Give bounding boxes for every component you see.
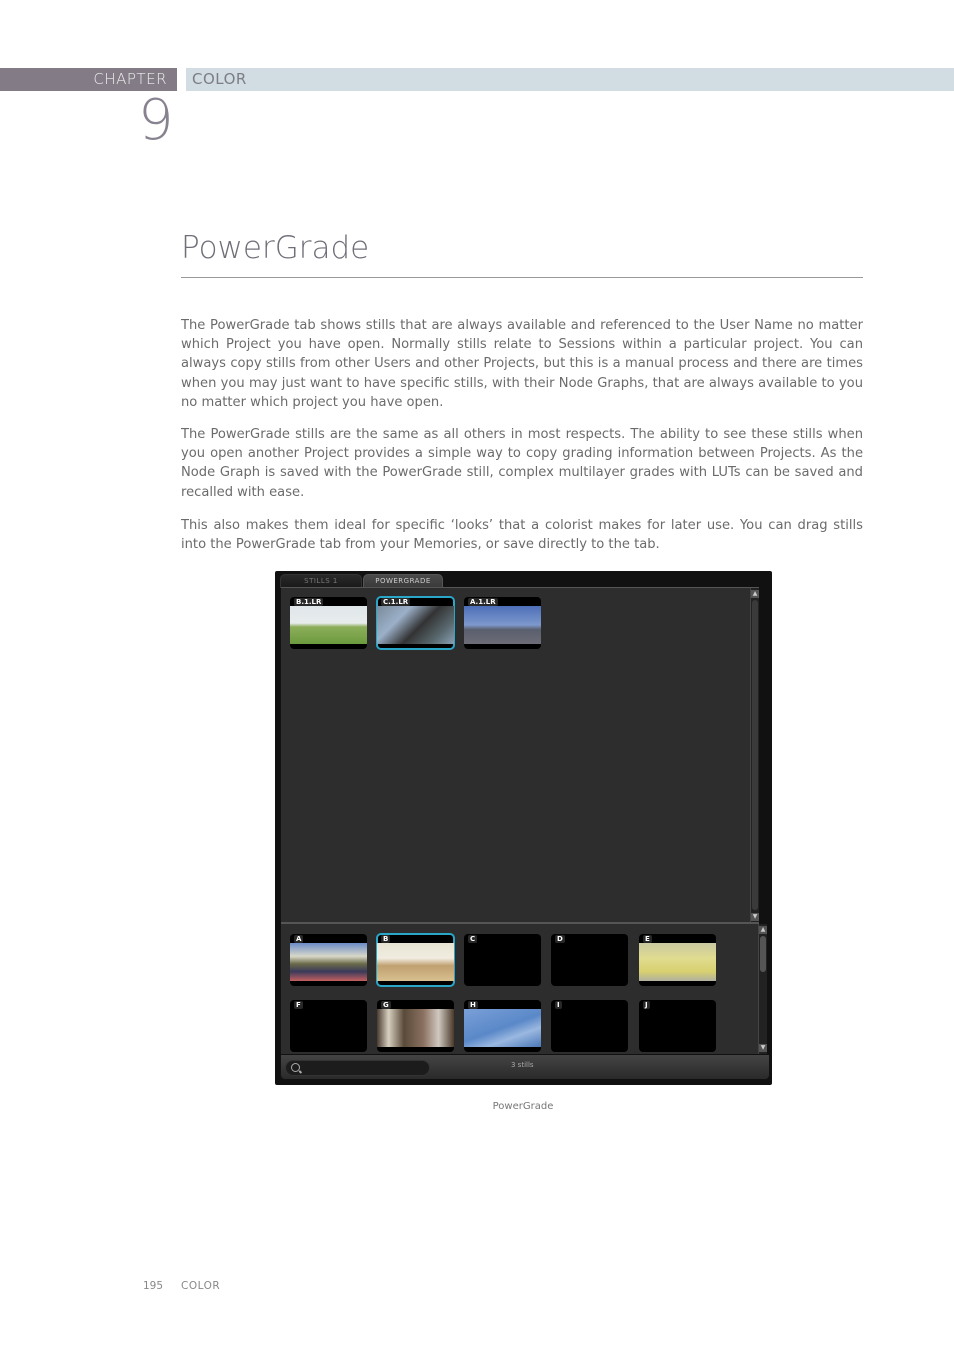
- still-image: [290, 606, 367, 644]
- scroll-up-icon[interactable]: ▲: [751, 590, 759, 598]
- page-title: PowerGrade: [181, 230, 370, 266]
- scroll-up-icon[interactable]: ▲: [759, 926, 767, 934]
- memory-label: A: [294, 935, 304, 943]
- still-thumbnail[interactable]: B.1.LR: [290, 597, 367, 649]
- still-thumbnail[interactable]: A.1.LR: [464, 597, 541, 649]
- memory-label: D: [555, 935, 565, 943]
- footer-section: COLOR: [181, 1280, 221, 1292]
- title-divider: [181, 277, 863, 278]
- memory-thumbnail[interactable]: D: [551, 934, 628, 986]
- upper-scrollbar[interactable]: ▲ ▼: [750, 588, 759, 923]
- still-count: 3 stills: [511, 1061, 534, 1069]
- still-image: [464, 606, 541, 644]
- section-label: COLOR: [192, 70, 247, 88]
- still-label: A.1.LR: [468, 598, 498, 606]
- memory-thumbnail[interactable]: F: [290, 1000, 367, 1052]
- memory-thumbnail[interactable]: E: [639, 934, 716, 986]
- search-icon: [291, 1063, 300, 1072]
- memory-thumbnail[interactable]: H: [464, 1000, 541, 1052]
- memory-label: J: [643, 1001, 650, 1009]
- still-image: [377, 606, 454, 644]
- memory-label: B: [381, 935, 391, 943]
- page-number: 195: [143, 1280, 164, 1292]
- memory-label: E: [643, 935, 652, 943]
- memory-thumbnail[interactable]: G: [377, 1000, 454, 1052]
- memory-label: H: [468, 1001, 478, 1009]
- memory-image: [377, 943, 454, 981]
- memory-thumbnail[interactable]: C: [464, 934, 541, 986]
- powergrade-screenshot: STILLS 1 POWERGRADE B.1.LR C.1.LR A.1.LR…: [275, 571, 772, 1085]
- still-label: C.1.LR: [381, 598, 411, 606]
- memory-image: [377, 1009, 454, 1047]
- lower-scrollbar[interactable]: ▲ ▼: [758, 924, 767, 1054]
- memory-thumbnail[interactable]: B: [376, 933, 455, 987]
- memory-image: [639, 943, 716, 981]
- paragraph: This also makes them ideal for specific …: [181, 518, 863, 553]
- scroll-thumb[interactable]: [752, 600, 758, 910]
- chapter-number: 9: [138, 88, 174, 153]
- memory-image: [464, 1009, 541, 1047]
- tab-stills-1[interactable]: STILLS 1: [280, 574, 362, 588]
- memory-label: I: [555, 1001, 562, 1009]
- section-bar: COLOR: [186, 68, 954, 91]
- still-thumbnail[interactable]: C.1.LR: [376, 596, 455, 650]
- scroll-thumb[interactable]: [760, 936, 766, 972]
- scroll-down-icon[interactable]: ▼: [751, 913, 759, 921]
- search-input[interactable]: [285, 1060, 430, 1076]
- paragraph: The PowerGrade tab shows stills that are…: [181, 318, 863, 410]
- paragraph: The PowerGrade stills are the same as al…: [181, 427, 863, 500]
- memory-thumbnail[interactable]: A: [290, 934, 367, 986]
- memory-image: [290, 943, 367, 981]
- memory-thumbnail[interactable]: I: [551, 1000, 628, 1052]
- memories-panel: A B C D E F G H I J ▲ ▼: [281, 924, 767, 1054]
- scroll-down-icon[interactable]: ▼: [759, 1044, 767, 1052]
- memory-thumbnail[interactable]: J: [639, 1000, 716, 1052]
- tab-powergrade[interactable]: POWERGRADE: [363, 574, 443, 588]
- gallery-footer: 3 stills: [281, 1055, 769, 1079]
- memory-label: F: [294, 1001, 303, 1009]
- memory-label: G: [381, 1001, 391, 1009]
- powergrade-stills-panel: B.1.LR C.1.LR A.1.LR ▲ ▼: [281, 587, 759, 923]
- memory-label: C: [468, 935, 478, 943]
- figure-caption: PowerGrade: [492, 1101, 554, 1112]
- still-label: B.1.LR: [294, 598, 324, 606]
